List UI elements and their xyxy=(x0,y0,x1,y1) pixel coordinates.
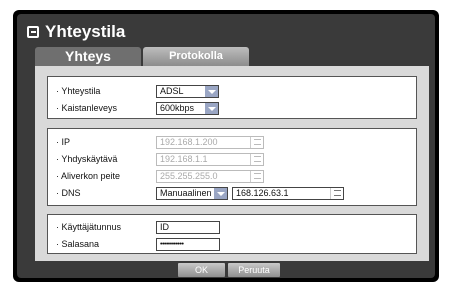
ip-value: 192.168.1.200 xyxy=(160,137,218,147)
dialog-title: Yhteystila xyxy=(27,22,125,42)
gateway-field[interactable]: 192.168.1.1 xyxy=(156,152,264,166)
connection-mode-row: · Yhteystila ADSL xyxy=(56,84,219,98)
user-row: · Käyttäjätunnus ID xyxy=(56,220,220,234)
ip-label: · IP xyxy=(56,137,71,147)
connection-mode-value: ADSL xyxy=(160,86,184,96)
cancel-button[interactable]: Peruuta xyxy=(228,263,280,277)
gateway-row: · Yhdyskäytävä 192.168.1.1 xyxy=(56,152,264,166)
bandwidth-value: 600kbps xyxy=(160,103,195,113)
gateway-label: · Yhdyskäytävä xyxy=(56,154,118,164)
subnet-row: · Aliverkon peite 255.255.255.0 xyxy=(56,169,264,183)
chevron-down-icon xyxy=(205,85,218,97)
bandwidth-select[interactable]: 600kbps xyxy=(156,101,219,115)
tab-connection[interactable]: Yhteys xyxy=(35,47,141,66)
dialog-title-text: Yhteystila xyxy=(45,22,126,41)
connection-mode-label: · Yhteystila xyxy=(56,86,101,96)
spinner-icon xyxy=(250,153,263,165)
tab-protocol[interactable]: Protokolla xyxy=(143,47,249,66)
password-label: · Salasana xyxy=(56,239,100,249)
chevron-down-icon xyxy=(205,102,218,114)
bandwidth-row: · Kaistanleveys 600kbps xyxy=(56,101,219,115)
ok-button[interactable]: OK xyxy=(178,263,225,277)
ip-row: · IP 192.168.1.200 xyxy=(56,135,264,149)
ip-field[interactable]: 192.168.1.200 xyxy=(156,135,264,149)
account-group: · Käyttäjätunnus ID · Salasana •••••••••… xyxy=(47,214,417,254)
network-group: · IP 192.168.1.200 · Yhdyskäytävä 192.16… xyxy=(47,128,417,206)
tab-bar: Yhteys Protokolla xyxy=(35,47,249,66)
dns-value: 168.126.63.1 xyxy=(236,188,289,198)
user-input[interactable]: ID xyxy=(156,220,220,234)
bandwidth-label: · Kaistanleveys xyxy=(56,103,118,113)
connection-mode-select[interactable]: ADSL xyxy=(156,84,219,98)
settings-panel: · Yhteystila ADSL · Kaistanleveys 600kbp… xyxy=(35,66,429,261)
user-label: · Käyttäjätunnus xyxy=(56,222,122,232)
password-input[interactable]: •••••••••••• xyxy=(156,237,220,251)
connection-group: · Yhteystila ADSL · Kaistanleveys 600kbp… xyxy=(47,76,417,119)
dns-label: · DNS xyxy=(56,188,81,198)
dns-field[interactable]: 168.126.63.1 xyxy=(232,186,344,200)
spinner-icon xyxy=(250,136,263,148)
password-row: · Salasana •••••••••••• xyxy=(56,237,220,251)
chevron-down-icon xyxy=(214,187,227,199)
subnet-field[interactable]: 255.255.255.0 xyxy=(156,169,264,183)
dns-mode-select[interactable]: Manuaalinen xyxy=(156,186,228,200)
gateway-value: 192.168.1.1 xyxy=(160,154,208,164)
spinner-icon xyxy=(330,187,343,199)
dns-mode-value: Manuaalinen xyxy=(160,188,212,198)
subnet-value: 255.255.255.0 xyxy=(160,171,218,181)
subnet-label: · Aliverkon peite xyxy=(56,171,121,181)
back-icon[interactable] xyxy=(27,26,39,38)
spinner-icon xyxy=(250,170,263,182)
dns-row: · DNS Manuaalinen 168.126.63.1 xyxy=(56,186,344,200)
network-dialog: Yhteystila Yhteys Protokolla · Yhteystil… xyxy=(13,10,439,282)
